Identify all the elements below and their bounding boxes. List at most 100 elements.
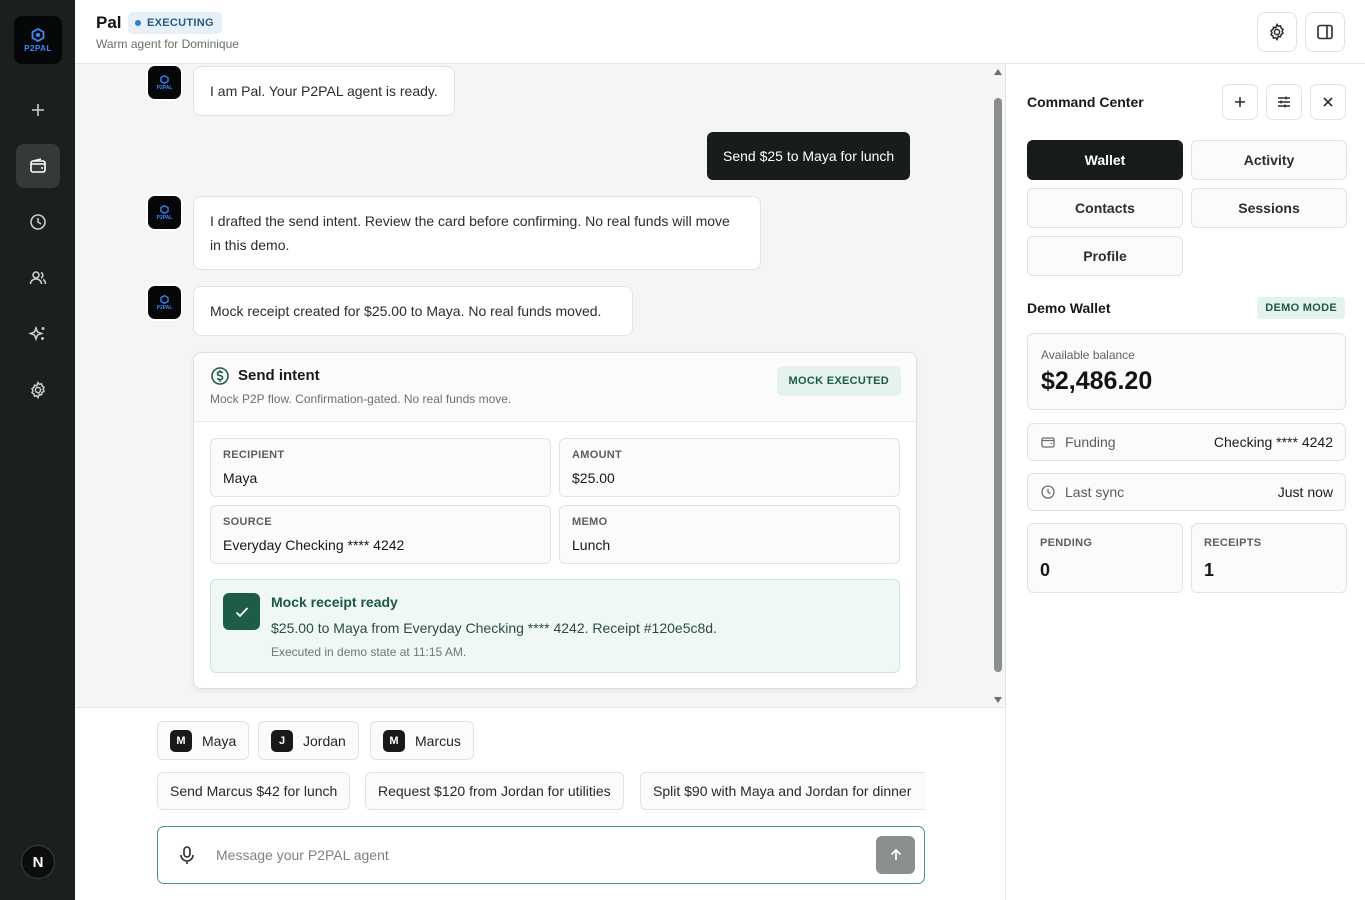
suggestion-chip[interactable]: Split $90 with Maya and Jordan for dinne… (640, 772, 925, 810)
field-label: MEMO (572, 516, 608, 528)
left-rail: P2PAL N (0, 0, 75, 900)
agent-message: I am Pal. Your P2PAL agent is ready. (193, 66, 455, 116)
receipt-details: $25.00 to Maya from Everyday Checking **… (271, 620, 717, 636)
demo-mode-badge: DEMO MODE (1257, 297, 1345, 319)
new-chat-button[interactable] (16, 88, 60, 132)
logo-mark-icon (160, 204, 169, 214)
send-intent-card: Send intent Mock P2P flow. Confirmation-… (193, 352, 917, 689)
pending-stat: PENDING 0 (1027, 523, 1183, 593)
contacts-nav-button[interactable] (16, 256, 60, 300)
user-message: Send $25 to Maya for lunch (707, 132, 911, 180)
agent-avatar: P2PAL (148, 66, 181, 99)
send-button[interactable] (876, 836, 915, 874)
field-value: $25.00 (572, 470, 615, 486)
suggestion-chip[interactable]: Send Marcus $42 for lunch (157, 772, 351, 810)
last-sync-row: Last sync Just now (1027, 473, 1346, 511)
suggestion-chip[interactable]: Request $120 from Jordan for utilities (365, 772, 624, 810)
gear-icon (1270, 22, 1284, 42)
chat-thread: P2PAL I am Pal. Your P2PAL agent is read… (75, 64, 1005, 708)
balance-value: $2,486.20 (1041, 367, 1153, 395)
field-label: SOURCE (223, 516, 272, 528)
contact-initial: J (271, 729, 293, 752)
ai-nav-button[interactable] (16, 312, 60, 356)
sync-value: Just now (1277, 484, 1333, 500)
tab-profile[interactable]: Profile (1027, 236, 1183, 276)
agent-message: Mock receipt created for $25.00 to Maya.… (193, 286, 633, 336)
field-label: AMOUNT (572, 449, 623, 461)
close-icon (1323, 97, 1333, 107)
balance-card: Available balance $2,486.20 (1027, 333, 1346, 410)
dollar-circle-icon (211, 367, 229, 385)
logo-mark-icon (31, 27, 45, 42)
plus-icon (1235, 97, 1245, 107)
sliders-icon (1278, 96, 1290, 108)
field-value: Lunch (572, 537, 611, 553)
wallet-title: Demo Wallet (1027, 300, 1111, 316)
funding-label: Funding (1065, 434, 1116, 450)
microphone-icon[interactable] (176, 844, 198, 866)
app-logo[interactable]: P2PAL (14, 16, 62, 64)
composer-area: M Maya J Jordan M Marcus Send Marcus $42… (75, 709, 1005, 900)
receipt-title: Mock receipt ready (271, 594, 398, 610)
contact-initial: M (383, 729, 405, 752)
contact-name: Maya (202, 732, 237, 749)
logo-text: P2PAL (156, 214, 173, 221)
sparkle-icon (28, 325, 45, 342)
toggle-panel-button[interactable] (1305, 12, 1345, 52)
wallet-icon (1041, 437, 1055, 448)
agent-message: I drafted the send intent. Review the ca… (193, 196, 761, 270)
agent-avatar: P2PAL (148, 196, 181, 229)
history-nav-button[interactable] (16, 200, 60, 244)
message-composer (157, 826, 925, 884)
panel-filter-button[interactable] (1266, 84, 1302, 120)
source-field: SOURCE Everyday Checking **** 4242 (210, 505, 551, 564)
scroll-thumb[interactable] (994, 98, 1002, 672)
tab-wallet[interactable]: Wallet (1027, 140, 1183, 180)
panel-add-button[interactable] (1222, 84, 1258, 120)
gear-icon (31, 380, 45, 400)
contact-chip-marcus[interactable]: M Marcus (370, 721, 474, 760)
logo-mark-icon (160, 74, 169, 84)
executed-badge: MOCK EXECUTED (776, 366, 901, 396)
funding-value: Checking **** 4242 (1213, 434, 1333, 450)
panel-close-button[interactable] (1310, 84, 1346, 120)
contact-chip-jordan[interactable]: J Jordan (258, 721, 359, 760)
logo-text: P2PAL (156, 304, 173, 311)
command-center-panel: Command Center Wallet Activity Contacts … (1005, 64, 1365, 900)
agent-title: Pal (96, 13, 122, 32)
card-title: Send intent (238, 367, 320, 384)
balance-label: Available balance (1041, 348, 1135, 362)
receipt-box: Mock receipt ready $25.00 to Maya from E… (210, 579, 900, 673)
sidebar-panel-icon (1317, 24, 1333, 40)
settings-nav-button[interactable] (16, 368, 60, 412)
stat-label: PENDING (1040, 537, 1093, 549)
logo-text: P2PAL (24, 43, 52, 53)
field-value: Everyday Checking **** 4242 (223, 537, 405, 553)
scroll-up-arrow-icon[interactable] (994, 69, 1002, 75)
message-input[interactable] (216, 839, 856, 871)
tab-contacts[interactable]: Contacts (1027, 188, 1183, 228)
chat-scrollbar[interactable] (991, 64, 1005, 707)
header-settings-button[interactable] (1257, 12, 1297, 52)
memo-field: MEMO Lunch (559, 505, 900, 564)
sync-label: Last sync (1065, 484, 1125, 500)
contact-chip-maya[interactable]: M Maya (157, 721, 250, 760)
user-avatar[interactable]: N (21, 845, 55, 879)
contact-name: Marcus (415, 732, 461, 749)
stat-label: RECEIPTS (1204, 537, 1262, 549)
tab-sessions[interactable]: Sessions (1191, 188, 1347, 228)
agent-subtitle: Warm agent for Dominique (96, 37, 239, 51)
contact-initial: M (170, 729, 192, 752)
logo-mark-icon (160, 294, 169, 304)
funding-row: Funding Checking **** 4242 (1027, 423, 1346, 461)
stat-value: 1 (1204, 560, 1215, 580)
recipient-field: RECIPIENT Maya (210, 438, 551, 497)
wallet-nav-button[interactable] (16, 144, 60, 188)
status-text: EXECUTING (147, 17, 214, 29)
card-subtitle: Mock P2P flow. Confirmation-gated. No re… (210, 392, 512, 406)
clock-icon (1041, 485, 1055, 499)
users-icon (29, 271, 47, 285)
stat-value: 0 (1040, 560, 1051, 580)
scroll-down-arrow-icon[interactable] (994, 697, 1002, 703)
tab-activity[interactable]: Activity (1191, 140, 1347, 180)
